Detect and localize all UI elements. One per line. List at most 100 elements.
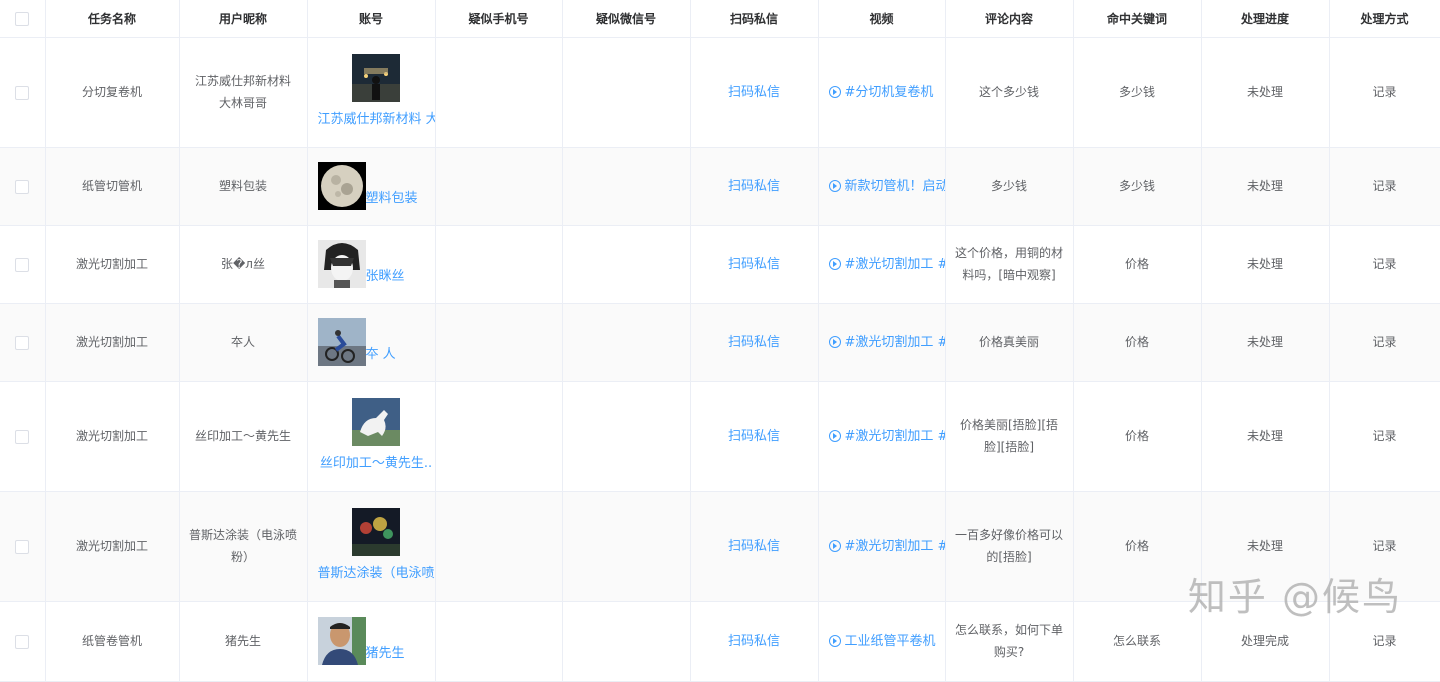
row-select-cell[interactable] bbox=[0, 491, 46, 602]
action-cell: 记录 bbox=[1329, 381, 1440, 492]
avatar[interactable] bbox=[317, 318, 366, 366]
scan-message-cell: 扫码私信 bbox=[690, 225, 819, 304]
scan-message-link[interactable]: 扫码私信 bbox=[728, 85, 780, 100]
column-header: 扫码私信 bbox=[690, 0, 819, 38]
avatar[interactable] bbox=[317, 240, 366, 288]
action-cell: 记录 bbox=[1329, 601, 1440, 682]
row-select-cell[interactable] bbox=[0, 225, 46, 304]
video-link[interactable]: #激光切割加工 # bbox=[845, 429, 945, 444]
account-link[interactable]: 江苏威仕邦新材料 大 bbox=[318, 112, 435, 127]
task-name-cell: 激光切割加工 bbox=[45, 381, 180, 492]
scan-message-cell: 扫码私信 bbox=[690, 303, 819, 382]
select-all-cell[interactable] bbox=[0, 0, 46, 38]
video-cell: 工业纸管平卷机 bbox=[818, 601, 946, 682]
comment-cell: 多少钱 bbox=[945, 147, 1074, 226]
keyword-cell: 价格 bbox=[1073, 303, 1202, 382]
column-header: 疑似微信号 bbox=[562, 0, 691, 38]
account-link[interactable]: 丝印加工～黄先生.. bbox=[320, 456, 432, 471]
row-checkbox[interactable] bbox=[15, 539, 30, 554]
keyword-cell: 多少钱 bbox=[1073, 147, 1202, 226]
table-row: 激光切割加工 夲人夲 人 扫码私信 #激光切割加工 # 价格真美丽 价格 未处理 记录 bbox=[0, 303, 1440, 382]
comment-cell: 怎么联系，如何下单购买? bbox=[945, 601, 1074, 682]
task-name-cell: 纸管切管机 bbox=[45, 147, 180, 226]
row-checkbox[interactable] bbox=[15, 335, 30, 350]
video-link[interactable]: #激光切割加工 # bbox=[845, 335, 945, 350]
comment-cell: 价格真美丽 bbox=[945, 303, 1074, 382]
play-icon[interactable] bbox=[828, 336, 841, 348]
account-info: 塑料包装 bbox=[317, 162, 435, 210]
table-row: 激光切割加工 普斯达涂装（电泳喷粉） 普斯达涂装（电泳喷 扫码私信 #激光切割加工 # 一… bbox=[0, 491, 1440, 602]
play-icon[interactable] bbox=[828, 540, 841, 552]
table-row: 纸管切管机 塑料包装 塑料包装 扫码私信 新款切管机！启动 多少钱 多少钱 未处理 记录 bbox=[0, 147, 1440, 226]
nickname-cell: 普斯达涂装（电泳喷粉） bbox=[179, 491, 308, 602]
select-all-checkbox[interactable] bbox=[15, 11, 30, 26]
row-select-cell[interactable] bbox=[0, 147, 46, 226]
account-link[interactable]: 夲 人 bbox=[366, 347, 396, 362]
wechat-cell bbox=[562, 147, 691, 226]
row-checkbox[interactable] bbox=[15, 179, 30, 194]
avatar[interactable] bbox=[352, 53, 400, 102]
wechat-cell bbox=[562, 381, 691, 492]
column-header: 处理方式 bbox=[1329, 0, 1440, 38]
wechat-cell bbox=[562, 225, 691, 304]
video-cell: #激光切割加工 # bbox=[818, 225, 946, 304]
row-select-cell[interactable] bbox=[0, 381, 46, 492]
avatar[interactable] bbox=[317, 162, 366, 210]
video-cell: #分切机复卷机 bbox=[818, 37, 946, 148]
account-link[interactable]: 张眯丝 bbox=[366, 269, 405, 284]
table-row: 激光切割加工 张�л丝 张眯丝 扫码私信 #激光切割加工 # 这个价格，用铜的材料吗，[暗… bbox=[0, 225, 1440, 304]
video-link[interactable]: 新款切管机！启动 bbox=[845, 179, 945, 194]
progress-cell: 未处理 bbox=[1201, 225, 1330, 304]
play-icon[interactable] bbox=[828, 180, 841, 192]
video-link[interactable]: #分切机复卷机 bbox=[845, 85, 934, 100]
account-cell: 猪先生 bbox=[307, 601, 436, 682]
account-info: 丝印加工～黄先生.. bbox=[318, 397, 435, 475]
scan-message-link[interactable]: 扫码私信 bbox=[728, 335, 780, 350]
video-link[interactable]: #激光切割加工 # bbox=[845, 257, 945, 272]
play-icon[interactable] bbox=[828, 430, 841, 442]
row-select-cell[interactable] bbox=[0, 601, 46, 682]
video-cell: #激光切割加工 # bbox=[818, 303, 946, 382]
video-cell: #激光切割加工 # bbox=[818, 381, 946, 492]
column-header: 任务名称 bbox=[45, 0, 180, 38]
account-info: 夲 人 bbox=[317, 318, 435, 366]
play-icon[interactable] bbox=[828, 635, 841, 647]
row-checkbox[interactable] bbox=[15, 257, 30, 272]
scan-message-link[interactable]: 扫码私信 bbox=[728, 257, 780, 272]
wechat-cell bbox=[562, 303, 691, 382]
video-link[interactable]: #激光切割加工 # bbox=[845, 539, 945, 554]
play-icon[interactable] bbox=[828, 86, 841, 98]
scan-message-link[interactable]: 扫码私信 bbox=[728, 429, 780, 444]
account-cell: 普斯达涂装（电泳喷 bbox=[307, 491, 436, 602]
avatar[interactable] bbox=[352, 507, 400, 556]
action-cell: 记录 bbox=[1329, 37, 1440, 148]
keyword-cell: 价格 bbox=[1073, 491, 1202, 602]
progress-cell: 未处理 bbox=[1201, 303, 1330, 382]
row-checkbox[interactable] bbox=[15, 85, 30, 100]
progress-cell: 处理完成 bbox=[1201, 601, 1330, 682]
play-icon[interactable] bbox=[828, 258, 841, 270]
row-checkbox[interactable] bbox=[15, 634, 30, 649]
account-link[interactable]: 普斯达涂装（电泳喷 bbox=[318, 566, 435, 581]
table-header-row: 任务名称 用户昵称 账号 疑似手机号 疑似微信号 扫码私信 视频 评论内容 命中… bbox=[0, 0, 1440, 38]
phone-cell bbox=[435, 147, 563, 226]
row-select-cell[interactable] bbox=[0, 37, 46, 148]
column-header: 用户昵称 bbox=[179, 0, 308, 38]
task-name-cell: 分切复卷机 bbox=[45, 37, 180, 148]
scan-message-link[interactable]: 扫码私信 bbox=[728, 634, 780, 649]
row-checkbox[interactable] bbox=[15, 429, 30, 444]
nickname-cell: 江苏威仕邦新材料 大林哥哥 bbox=[179, 37, 308, 148]
avatar[interactable] bbox=[317, 617, 366, 665]
scan-message-link[interactable]: 扫码私信 bbox=[728, 179, 780, 194]
account-info: 普斯达涂装（电泳喷 bbox=[318, 507, 435, 585]
scan-message-link[interactable]: 扫码私信 bbox=[728, 539, 780, 554]
account-cell: 夲 人 bbox=[307, 303, 436, 382]
nickname-cell: 猪先生 bbox=[179, 601, 308, 682]
account-link[interactable]: 塑料包装 bbox=[366, 191, 418, 206]
nickname-cell: 张�л丝 bbox=[179, 225, 308, 304]
avatar[interactable] bbox=[352, 397, 400, 446]
video-link[interactable]: 工业纸管平卷机 bbox=[845, 634, 936, 649]
video-cell: 新款切管机！启动 bbox=[818, 147, 946, 226]
row-select-cell[interactable] bbox=[0, 303, 46, 382]
table-row: 激光切割加工 丝印加工～黄先生 丝印加工～黄先生.. 扫码私信 #激光切割加工 # 价格美… bbox=[0, 381, 1440, 492]
